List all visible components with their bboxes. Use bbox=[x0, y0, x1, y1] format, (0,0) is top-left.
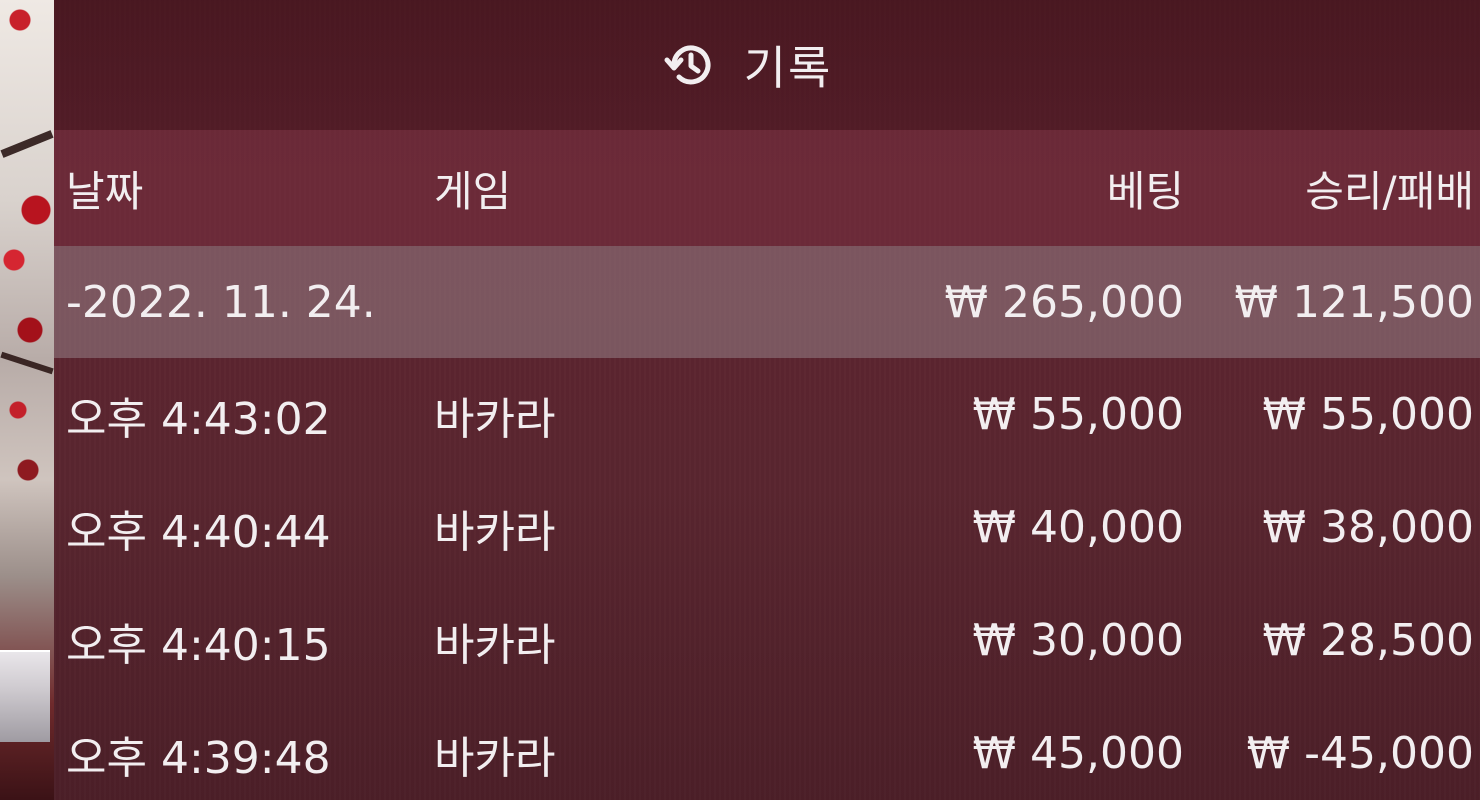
row-time: 오후 4:43:02 bbox=[66, 393, 331, 445]
history-panel: 기록 날짜 게임 베팅 승리/패배 -2022. 11. 24. ₩ 265,0… bbox=[54, 0, 1480, 800]
background-artwork bbox=[0, 0, 54, 800]
casino-game-screen: 기록 날짜 게임 베팅 승리/패배 -2022. 11. 24. ₩ 265,0… bbox=[0, 0, 1480, 800]
column-header-game: 게임 bbox=[434, 166, 512, 216]
group-win-loss-total: ₩ 121,500 bbox=[1234, 276, 1474, 328]
row-game: 바카라 bbox=[434, 619, 556, 671]
row-bet: ₩ 55,000 bbox=[972, 389, 1184, 440]
row-win-loss: ₩ 38,000 bbox=[1262, 502, 1474, 553]
row-time: 오후 4:40:44 bbox=[66, 506, 331, 558]
chip-tray bbox=[0, 650, 50, 742]
row-win-loss: ₩ 28,500 bbox=[1262, 615, 1474, 666]
history-panel-header: 기록 bbox=[54, 0, 1480, 130]
column-header-bet: 베팅 bbox=[1106, 166, 1184, 216]
history-icon bbox=[662, 38, 716, 92]
row-time: 오후 4:40:15 bbox=[66, 619, 331, 671]
panel-title: 기록 bbox=[743, 41, 833, 95]
table-row[interactable]: 오후 4:40:44 바카라 ₩ 40,000 ₩ 38,000 bbox=[54, 471, 1480, 584]
table-row[interactable]: 오후 4:40:15 바카라 ₩ 30,000 ₩ 28,500 bbox=[54, 584, 1480, 697]
blossom-branch bbox=[0, 130, 54, 158]
column-header-date: 날짜 bbox=[66, 166, 144, 216]
history-table: 날짜 게임 베팅 승리/패배 -2022. 11. 24. ₩ 265,000 … bbox=[54, 130, 1480, 800]
row-game: 바카라 bbox=[434, 506, 556, 558]
row-bet: ₩ 40,000 bbox=[972, 502, 1184, 553]
row-time: 오후 4:39:48 bbox=[66, 732, 331, 784]
column-header-win-loss: 승리/패배 bbox=[1305, 166, 1474, 216]
group-bet-total: ₩ 265,000 bbox=[944, 276, 1184, 328]
row-win-loss: ₩ -45,000 bbox=[1246, 728, 1474, 779]
date-group-row[interactable]: -2022. 11. 24. ₩ 265,000 ₩ 121,500 bbox=[54, 246, 1480, 358]
row-bet: ₩ 30,000 bbox=[972, 615, 1184, 666]
group-date: -2022. 11. 24. bbox=[66, 276, 376, 328]
table-header-row: 날짜 게임 베팅 승리/패배 bbox=[54, 130, 1480, 246]
blossom-branch bbox=[0, 351, 54, 375]
table-row[interactable]: 오후 4:39:48 바카라 ₩ 45,000 ₩ -45,000 bbox=[54, 697, 1480, 800]
row-game: 바카라 bbox=[434, 732, 556, 784]
row-win-loss: ₩ 55,000 bbox=[1262, 389, 1474, 440]
row-game: 바카라 bbox=[434, 393, 556, 445]
row-bet: ₩ 45,000 bbox=[972, 728, 1184, 779]
table-row[interactable]: 오후 4:43:02 바카라 ₩ 55,000 ₩ 55,000 bbox=[54, 358, 1480, 471]
